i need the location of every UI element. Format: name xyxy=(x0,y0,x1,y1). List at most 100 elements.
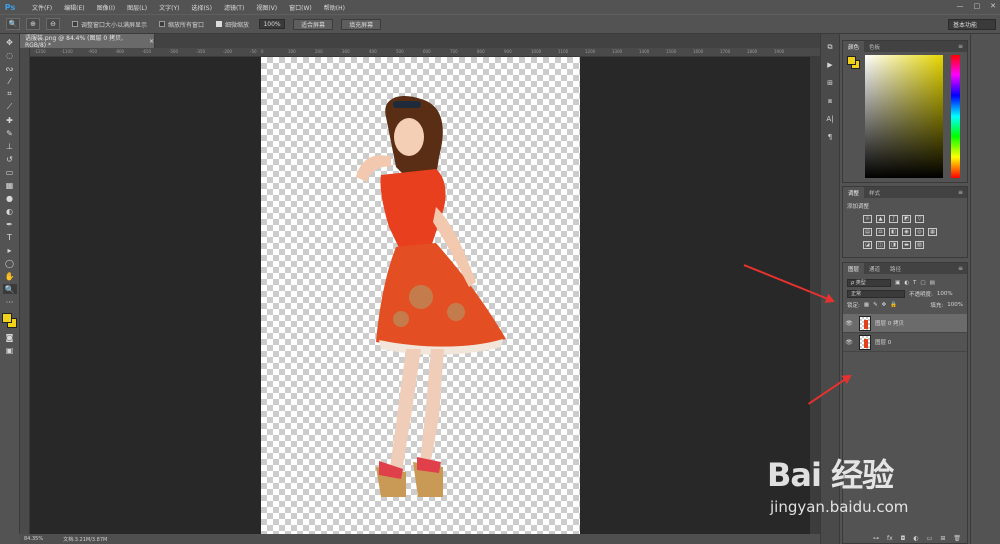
hue-saturation-icon[interactable]: ▤ xyxy=(863,228,872,236)
blend-mode-select[interactable]: 正常 xyxy=(847,289,905,298)
document-canvas[interactable] xyxy=(261,57,580,534)
color-balance-icon[interactable]: ⚖ xyxy=(876,228,885,236)
lock-paint-icon[interactable]: ✎ xyxy=(873,302,878,308)
fit-screen-button[interactable]: 适合屏幕 xyxy=(293,18,334,30)
brightness-icon[interactable]: ☼ xyxy=(863,215,872,223)
paragraph-icon[interactable]: ¶ xyxy=(824,132,836,142)
curves-icon[interactable]: ∫ xyxy=(889,215,898,223)
link-layers-icon[interactable]: ⊶ xyxy=(873,535,879,542)
exposure-icon[interactable]: ◩ xyxy=(902,215,911,223)
foreground-color[interactable] xyxy=(1,313,12,323)
pen-tool-icon[interactable]: ✒ xyxy=(3,219,17,229)
checkbox-box[interactable] xyxy=(159,21,166,27)
foreground-color-swatch[interactable] xyxy=(847,56,856,65)
character-icon[interactable]: A| xyxy=(824,114,836,124)
posterize-icon[interactable]: ◫ xyxy=(876,241,885,249)
quick-mask-icon[interactable]: ◙ xyxy=(3,332,17,342)
tab-paths[interactable]: 路径 xyxy=(885,263,906,274)
filter-shape-icon[interactable]: ▢ xyxy=(920,280,925,286)
lock-all-icon[interactable]: 🔒 xyxy=(890,302,897,308)
filter-type-icon[interactable]: T xyxy=(913,280,916,286)
brush-presets-icon[interactable]: ⧈ xyxy=(824,96,836,106)
zoom-tool-icon[interactable]: 🔍 xyxy=(2,284,17,294)
layer-row[interactable]: 👁 图层 0 xyxy=(843,333,967,352)
layer-kind-filter[interactable]: ρ 类型 xyxy=(847,278,891,287)
menu-select[interactable]: 选择(S) xyxy=(191,3,212,12)
tab-layers[interactable]: 图层 xyxy=(843,263,865,274)
black-white-icon[interactable]: ◧ xyxy=(889,228,898,236)
photo-filter-icon[interactable]: ◉ xyxy=(902,228,911,236)
workspace-select[interactable]: 基本功能 xyxy=(948,19,996,30)
menu-window[interactable]: 窗口(W) xyxy=(289,3,312,12)
path-select-tool-icon[interactable]: ▸ xyxy=(3,245,17,255)
color-picker-field[interactable] xyxy=(865,55,943,178)
filter-pixel-icon[interactable]: ▣ xyxy=(895,280,900,286)
menu-edit[interactable]: 编辑(E) xyxy=(64,3,84,12)
vibrance-icon[interactable]: ▽ xyxy=(915,215,924,223)
fill-screen-button[interactable]: 填充屏幕 xyxy=(341,18,382,30)
levels-icon[interactable]: ▲ xyxy=(876,215,885,223)
zoom-out-icon[interactable]: ⊖ xyxy=(46,18,60,30)
healing-tool-icon[interactable]: ✚ xyxy=(3,115,17,125)
tab-swatches[interactable]: 色板 xyxy=(864,41,885,52)
resize-windows-checkbox[interactable]: 调整窗口大小以满屏显示 xyxy=(72,20,147,29)
channel-mixer-icon[interactable]: ◎ xyxy=(915,228,924,236)
type-tool-icon[interactable]: T xyxy=(3,232,17,242)
selective-color-icon[interactable]: ▧ xyxy=(915,241,924,249)
lasso-tool-icon[interactable]: ᔓ xyxy=(3,63,17,73)
menu-filter[interactable]: 滤镜(T) xyxy=(224,3,244,12)
minimize-button[interactable]: — xyxy=(957,2,964,10)
dodge-tool-icon[interactable]: ◐ xyxy=(3,206,17,216)
menu-view[interactable]: 视图(V) xyxy=(256,3,277,12)
color-swatches[interactable] xyxy=(1,313,18,329)
new-adjustment-icon[interactable]: ◐ xyxy=(913,535,918,542)
threshold-icon[interactable]: ◨ xyxy=(889,241,898,249)
scrubby-zoom-checkbox[interactable]: 细微缩放 xyxy=(216,20,249,29)
zoom-percent-field[interactable]: 100% xyxy=(259,19,286,29)
filter-smart-icon[interactable]: ▤ xyxy=(930,280,935,286)
screen-mode-icon[interactable]: ▣ xyxy=(3,345,17,355)
blur-tool-icon[interactable]: ● xyxy=(3,193,17,203)
hand-tool-icon[interactable]: ✋ xyxy=(3,271,17,281)
gradient-tool-icon[interactable]: ▦ xyxy=(3,180,17,190)
layer-name[interactable]: 图层 0 拷贝 xyxy=(875,319,904,327)
menu-help[interactable]: 帮助(H) xyxy=(324,3,345,12)
document-tab[interactable]: 语服装.png @ 84.4% (图层 0 拷贝, RGB/8) * × xyxy=(20,34,155,49)
close-tab-icon[interactable]: × xyxy=(149,38,154,45)
checkbox-box[interactable] xyxy=(72,21,78,27)
delete-layer-icon[interactable]: 🗑 xyxy=(953,535,961,542)
lock-move-icon[interactable]: ✥ xyxy=(882,302,887,308)
new-group-icon[interactable]: ▭ xyxy=(927,535,933,542)
properties-icon[interactable]: ⊞ xyxy=(824,78,836,88)
eraser-tool-icon[interactable]: ▭ xyxy=(3,167,17,177)
layer-row[interactable]: 👁 图层 0 拷贝 xyxy=(843,314,967,333)
invert-icon[interactable]: ◪ xyxy=(863,241,872,249)
opacity-value[interactable]: 100% xyxy=(937,291,953,297)
shape-tool-icon[interactable]: ◯ xyxy=(3,258,17,268)
tab-color[interactable]: 颜色 xyxy=(843,41,865,52)
quick-select-tool-icon[interactable]: ⁄ xyxy=(3,76,17,86)
marquee-tool-icon[interactable]: ◌ xyxy=(3,50,17,60)
zoom-all-checkbox[interactable]: 缩放所有窗口 xyxy=(159,20,204,29)
actions-play-icon[interactable]: ▶ xyxy=(824,60,836,70)
color-lookup-icon[interactable]: ▦ xyxy=(928,228,937,236)
menu-image[interactable]: 图像(I) xyxy=(97,3,115,12)
status-zoom[interactable]: 84.35% xyxy=(24,536,43,542)
tab-adjustments[interactable]: 调整 xyxy=(843,187,865,198)
layer-name[interactable]: 图层 0 xyxy=(875,338,891,346)
move-tool-icon[interactable]: ✥ xyxy=(3,37,17,47)
panel-menu-icon[interactable]: ≡ xyxy=(958,41,967,52)
fx-icon[interactable]: fx xyxy=(887,535,893,542)
eyedropper-tool-icon[interactable]: ⟋ xyxy=(3,102,17,112)
menu-file[interactable]: 文件(F) xyxy=(32,3,52,12)
gradient-map-icon[interactable]: ▬ xyxy=(902,241,911,249)
zoom-tool-icon[interactable]: 🔍 xyxy=(6,18,20,30)
lock-transparency-icon[interactable]: ▦ xyxy=(864,302,869,308)
visibility-eye-icon[interactable]: 👁 xyxy=(843,320,855,327)
history-icon[interactable]: ⧉ xyxy=(824,42,836,52)
hue-slider[interactable] xyxy=(951,55,960,178)
zoom-in-icon[interactable]: ⊕ xyxy=(26,18,40,30)
history-brush-tool-icon[interactable]: ↺ xyxy=(3,154,17,164)
maximize-button[interactable]: □ xyxy=(974,2,981,10)
filter-adjust-icon[interactable]: ◐ xyxy=(904,280,909,286)
